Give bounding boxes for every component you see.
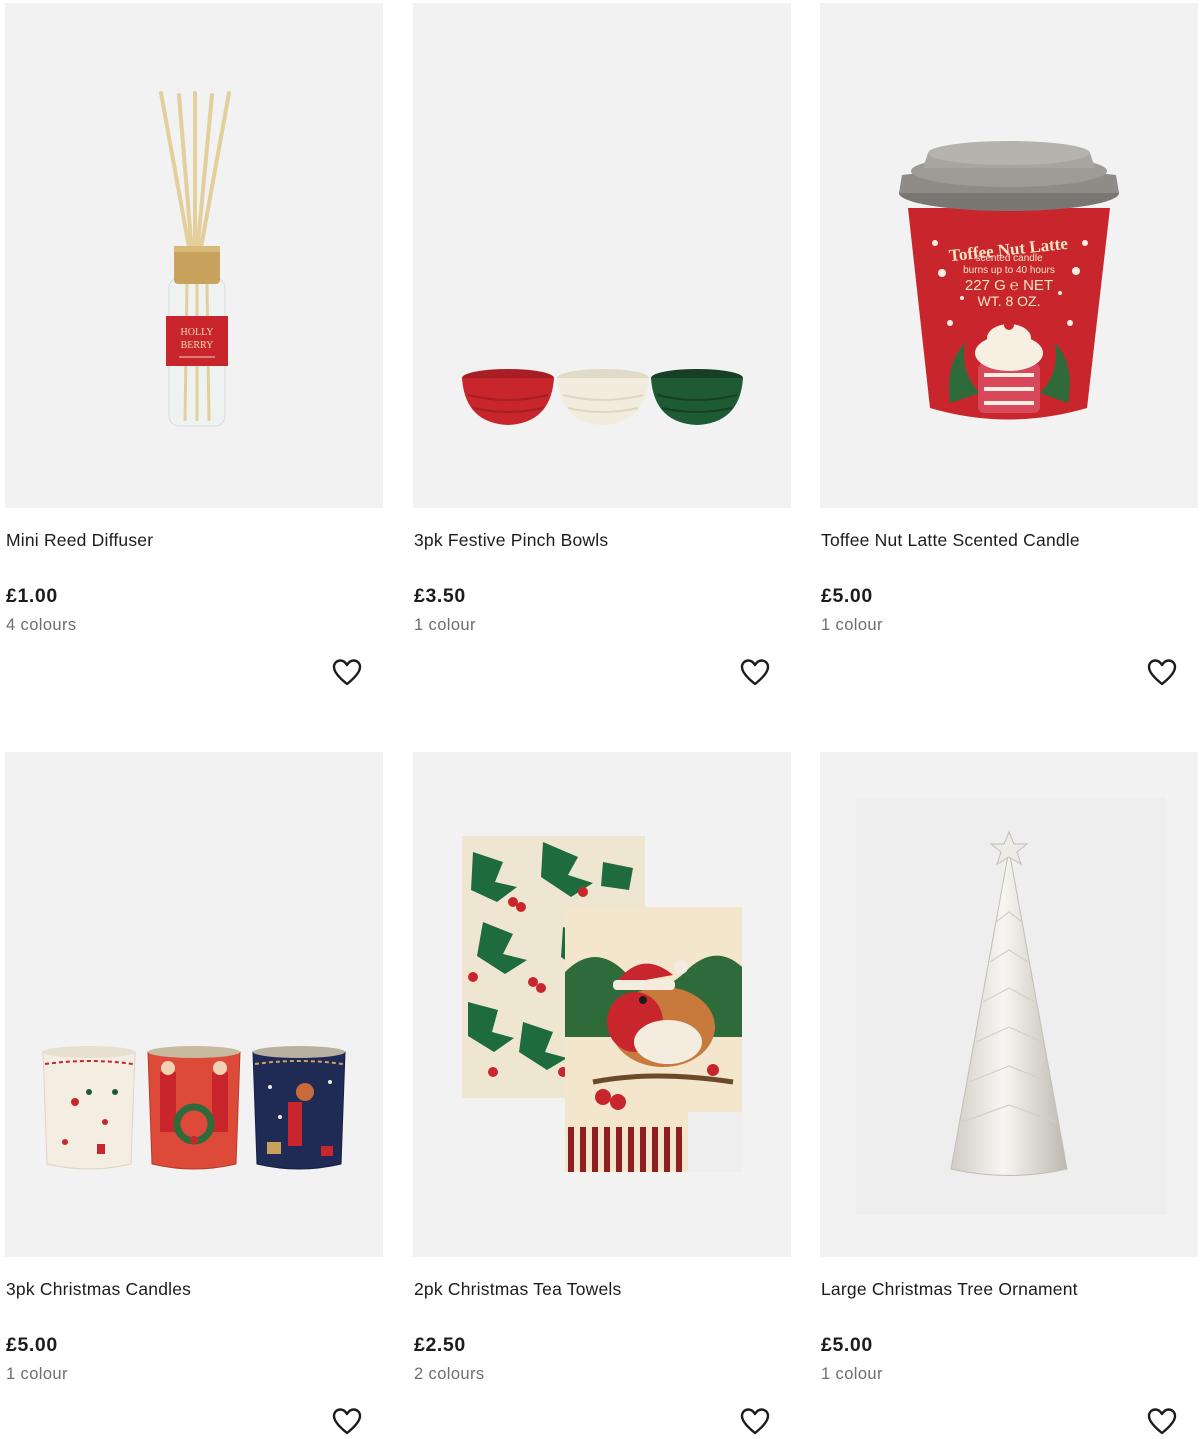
wishlist-heart-icon[interactable] xyxy=(739,1406,771,1438)
product-colour-count: 1 colour xyxy=(414,616,476,634)
wishlist-heart-icon[interactable] xyxy=(1146,1406,1178,1438)
wishlist-heart-icon[interactable] xyxy=(739,657,771,689)
product-price: £5.00 xyxy=(821,1334,873,1356)
latte-candle-image: Toffee Nut Latte scented candle burns up… xyxy=(899,141,1119,420)
product-name[interactable]: Large Christmas Tree Ornament xyxy=(821,1279,1078,1300)
product-image-christmas-candles[interactable] xyxy=(5,752,383,1257)
product-colour-count: 2 colours xyxy=(414,1365,485,1383)
product-name[interactable]: 2pk Christmas Tea Towels xyxy=(414,1279,621,1300)
product-image-latte-candle[interactable]: Toffee Nut Latte scented candle burns up… xyxy=(820,3,1198,508)
product-price: £5.00 xyxy=(821,585,873,607)
reed-diffuser-image: HOLLY BERRY xyxy=(159,91,231,427)
svg-text:burns up to 40 hours: burns up to 40 hours xyxy=(963,265,1055,276)
product-colour-count: 1 colour xyxy=(821,616,883,634)
product-name[interactable]: 3pk Christmas Candles xyxy=(6,1279,191,1300)
product-grid: HOLLY BERRY Mini Reed Diffuser £1.00 4 c… xyxy=(0,0,1200,1439)
product-image-reed-diffuser[interactable]: HOLLY BERRY xyxy=(5,3,383,508)
svg-text:scented candle: scented candle xyxy=(975,253,1043,264)
wishlist-heart-icon[interactable] xyxy=(1146,657,1178,689)
christmas-candles-image xyxy=(42,1046,346,1170)
svg-text:227 G ℮ NET: 227 G ℮ NET xyxy=(965,277,1053,294)
product-image-pinch-bowls[interactable] xyxy=(413,3,791,508)
product-price: £1.00 xyxy=(6,585,58,607)
product-colour-count: 1 colour xyxy=(6,1365,68,1383)
product-name[interactable]: Toffee Nut Latte Scented Candle xyxy=(821,530,1080,551)
product-price: £2.50 xyxy=(414,1334,466,1356)
svg-text:BERRY: BERRY xyxy=(181,340,214,351)
svg-text:HOLLY: HOLLY xyxy=(181,327,214,338)
product-name[interactable]: 3pk Festive Pinch Bowls xyxy=(414,530,608,551)
wishlist-heart-icon[interactable] xyxy=(331,657,363,689)
product-image-tree-ornament[interactable] xyxy=(820,752,1198,1257)
tea-towels-image xyxy=(462,836,742,1172)
product-image-tea-towels[interactable] xyxy=(413,752,791,1257)
product-colour-count: 4 colours xyxy=(6,616,77,634)
tree-ornament-image xyxy=(856,797,1166,1215)
pinch-bowls-image xyxy=(462,369,743,425)
product-name[interactable]: Mini Reed Diffuser xyxy=(6,530,153,551)
product-price: £5.00 xyxy=(6,1334,58,1356)
product-price: £3.50 xyxy=(414,585,466,607)
wishlist-heart-icon[interactable] xyxy=(331,1406,363,1438)
svg-text:WT. 8 OZ.: WT. 8 OZ. xyxy=(978,293,1041,309)
product-colour-count: 1 colour xyxy=(821,1365,883,1383)
